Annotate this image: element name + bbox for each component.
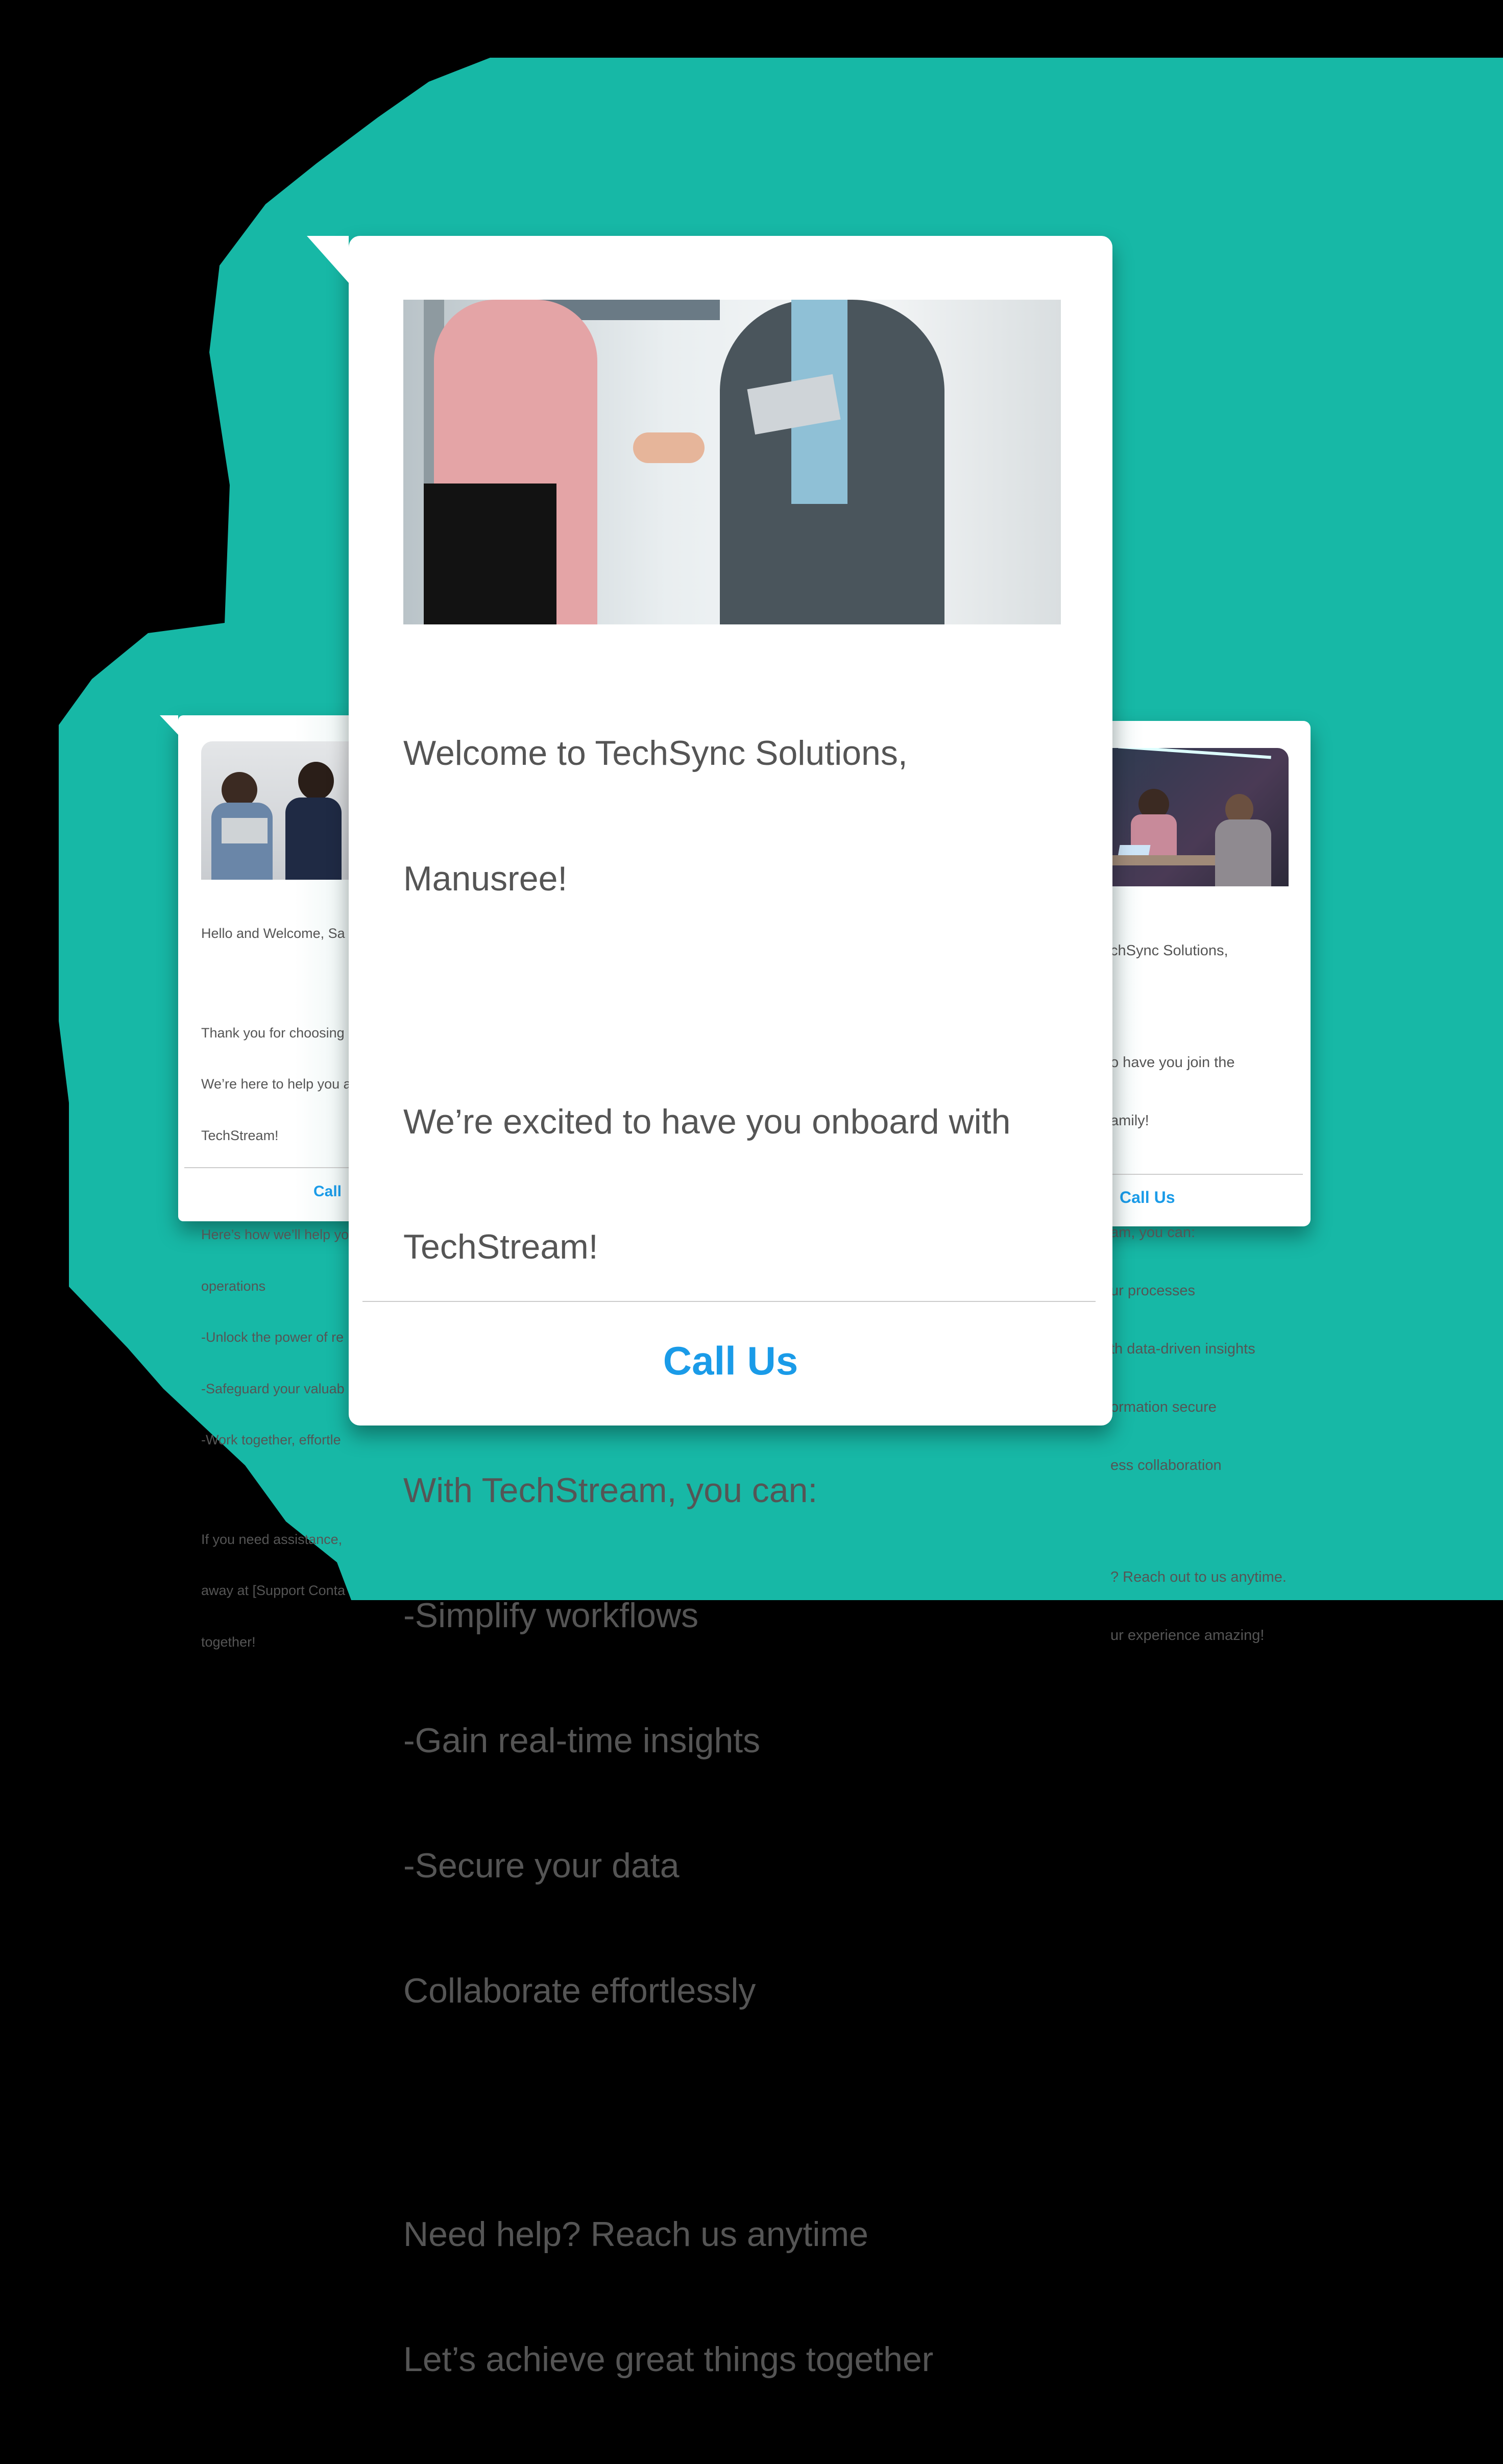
call-us-button[interactable]: Call Us	[349, 1338, 1112, 1384]
call-us-button[interactable]: Call	[313, 1183, 342, 1200]
main-card-tail	[307, 236, 349, 283]
body-line: together!	[201, 1634, 256, 1650]
list-item: th data-driven insights	[1110, 1341, 1255, 1357]
body-line: With TechStream, you can:	[403, 1470, 818, 1510]
list-item: -Simplify workflows	[403, 1596, 699, 1635]
body-line: Let’s achieve great things together	[403, 2339, 934, 2379]
body-line: o have you join the	[1110, 1054, 1235, 1071]
body-line: TechStream!	[201, 1127, 279, 1143]
body-line: Thank you for choosing	[201, 1025, 345, 1041]
list-item: ess collaboration	[1110, 1457, 1222, 1473]
greeting-name: Manusree!	[403, 859, 568, 898]
greeting: Welcome to TechSync Solutions,	[403, 734, 908, 773]
body-line: If you need assistance,	[201, 1531, 343, 1547]
list-item: Collaborate effortlessly	[403, 1971, 756, 2011]
list-item: -Unlock the power of re	[201, 1330, 344, 1345]
handshake-photo	[403, 300, 1061, 624]
list-item: ormation secure	[1110, 1399, 1217, 1415]
body-line: We’re excited to have you onboard with	[403, 1102, 1011, 1142]
body-line: amily!	[1110, 1113, 1149, 1129]
body-line: ur experience amazing!	[1110, 1627, 1265, 1644]
list-item: ur processes	[1110, 1283, 1196, 1299]
list-item: -Safeguard your valuab	[201, 1381, 345, 1396]
body-line: We’re here to help you a	[201, 1076, 351, 1092]
greeting: Hello and Welcome, Sa	[201, 926, 345, 941]
body-line: Need help? Reach us anytime	[403, 2214, 868, 2254]
list-item: -Gain real-time insights	[403, 1721, 761, 1760]
left-card-tail	[160, 715, 178, 735]
greeting: chSync Solutions,	[1110, 943, 1228, 959]
list-item: -Work together, effortle	[201, 1432, 341, 1447]
body-line: operations	[201, 1278, 266, 1294]
body-line: am, you can:	[1110, 1224, 1196, 1241]
body-line: away at [Support Conta	[201, 1583, 346, 1598]
call-us-button[interactable]: Call Us	[1120, 1188, 1175, 1207]
body-line: TechStream!	[403, 1227, 598, 1267]
list-item: -Secure your data	[403, 1846, 680, 1885]
vr-meeting-photo	[1087, 748, 1289, 886]
body-line: ? Reach out to us anytime.	[1110, 1569, 1287, 1585]
left-message-card: Hello and Welcome, Sa Thank you for choo…	[178, 715, 375, 1650]
main-message-card: Welcome to TechSync Solutions, Manusree!…	[349, 236, 1112, 2379]
body-line: Here’s how we’ll help yo	[201, 1227, 349, 1242]
right-message-card: chSync Solutions, o have you join the am…	[1087, 721, 1311, 1644]
